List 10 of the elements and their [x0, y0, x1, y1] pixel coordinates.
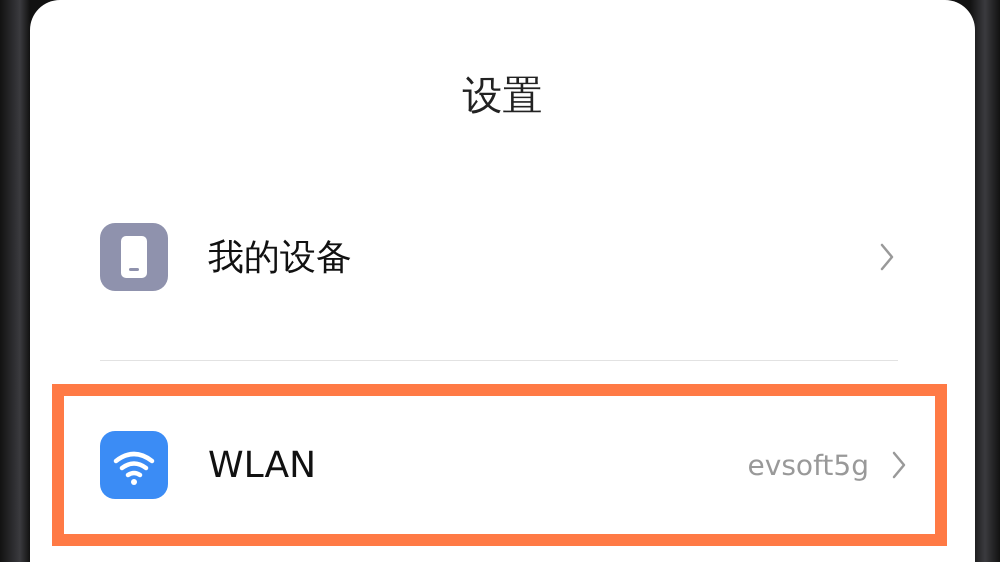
- settings-row[interactable]: 我的设备: [30, 190, 975, 324]
- wifi-icon: [100, 431, 168, 499]
- chevron-icon: [891, 450, 907, 480]
- row-value: evsoft5g: [748, 448, 869, 482]
- page-title: 设置: [462, 72, 544, 120]
- row-label: WLAN: [208, 444, 318, 486]
- row-label: 我的设备: [208, 236, 353, 280]
- chevron-icon: [879, 242, 895, 272]
- settings-row[interactable]: WLAN evsoft5g: [52, 384, 947, 546]
- phone-icon: [100, 223, 168, 291]
